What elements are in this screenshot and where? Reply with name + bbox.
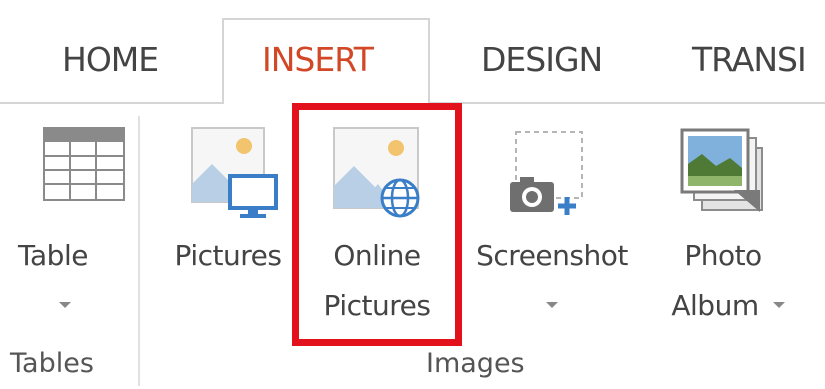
screenshot-dropdown-arrow[interactable] bbox=[546, 302, 558, 308]
group-divider bbox=[138, 116, 140, 386]
tab-design[interactable]: DESIGN bbox=[481, 40, 603, 80]
photo-album-icon bbox=[668, 124, 768, 228]
table-button[interactable]: Table bbox=[0, 112, 130, 350]
online-pictures-label-line2: Pictures bbox=[323, 289, 431, 322]
pictures-label: Pictures bbox=[174, 239, 282, 272]
table-dropdown-arrow[interactable] bbox=[59, 302, 71, 308]
online-pictures-label-line1: Online bbox=[333, 239, 421, 272]
pictures-icon bbox=[186, 124, 286, 228]
photo-album-dropdown-arrow[interactable] bbox=[773, 302, 785, 308]
photo-album-label-line2: Album bbox=[671, 289, 759, 322]
screenshot-button[interactable]: Screenshot bbox=[462, 112, 642, 350]
photo-album-button[interactable]: Photo Album bbox=[648, 112, 798, 350]
group-label-images: Images bbox=[426, 348, 525, 379]
tab-transitions[interactable]: TRANSI bbox=[692, 40, 807, 80]
tab-insert[interactable]: INSERT bbox=[262, 40, 374, 80]
online-pictures-button[interactable]: Online Pictures bbox=[300, 112, 454, 350]
group-label-tables: Tables bbox=[10, 348, 94, 379]
screenshot-label: Screenshot bbox=[476, 239, 628, 272]
screenshot-icon bbox=[506, 124, 606, 228]
photo-album-label-line1: Photo bbox=[684, 239, 762, 272]
table-icon bbox=[30, 124, 130, 218]
online-pictures-icon bbox=[330, 124, 430, 228]
pictures-button[interactable]: Pictures bbox=[158, 112, 298, 350]
ribbon-tab-bar: HOME INSERT DESIGN TRANSI bbox=[0, 0, 825, 104]
tab-home[interactable]: HOME bbox=[62, 40, 159, 80]
table-label: Table bbox=[18, 239, 88, 272]
